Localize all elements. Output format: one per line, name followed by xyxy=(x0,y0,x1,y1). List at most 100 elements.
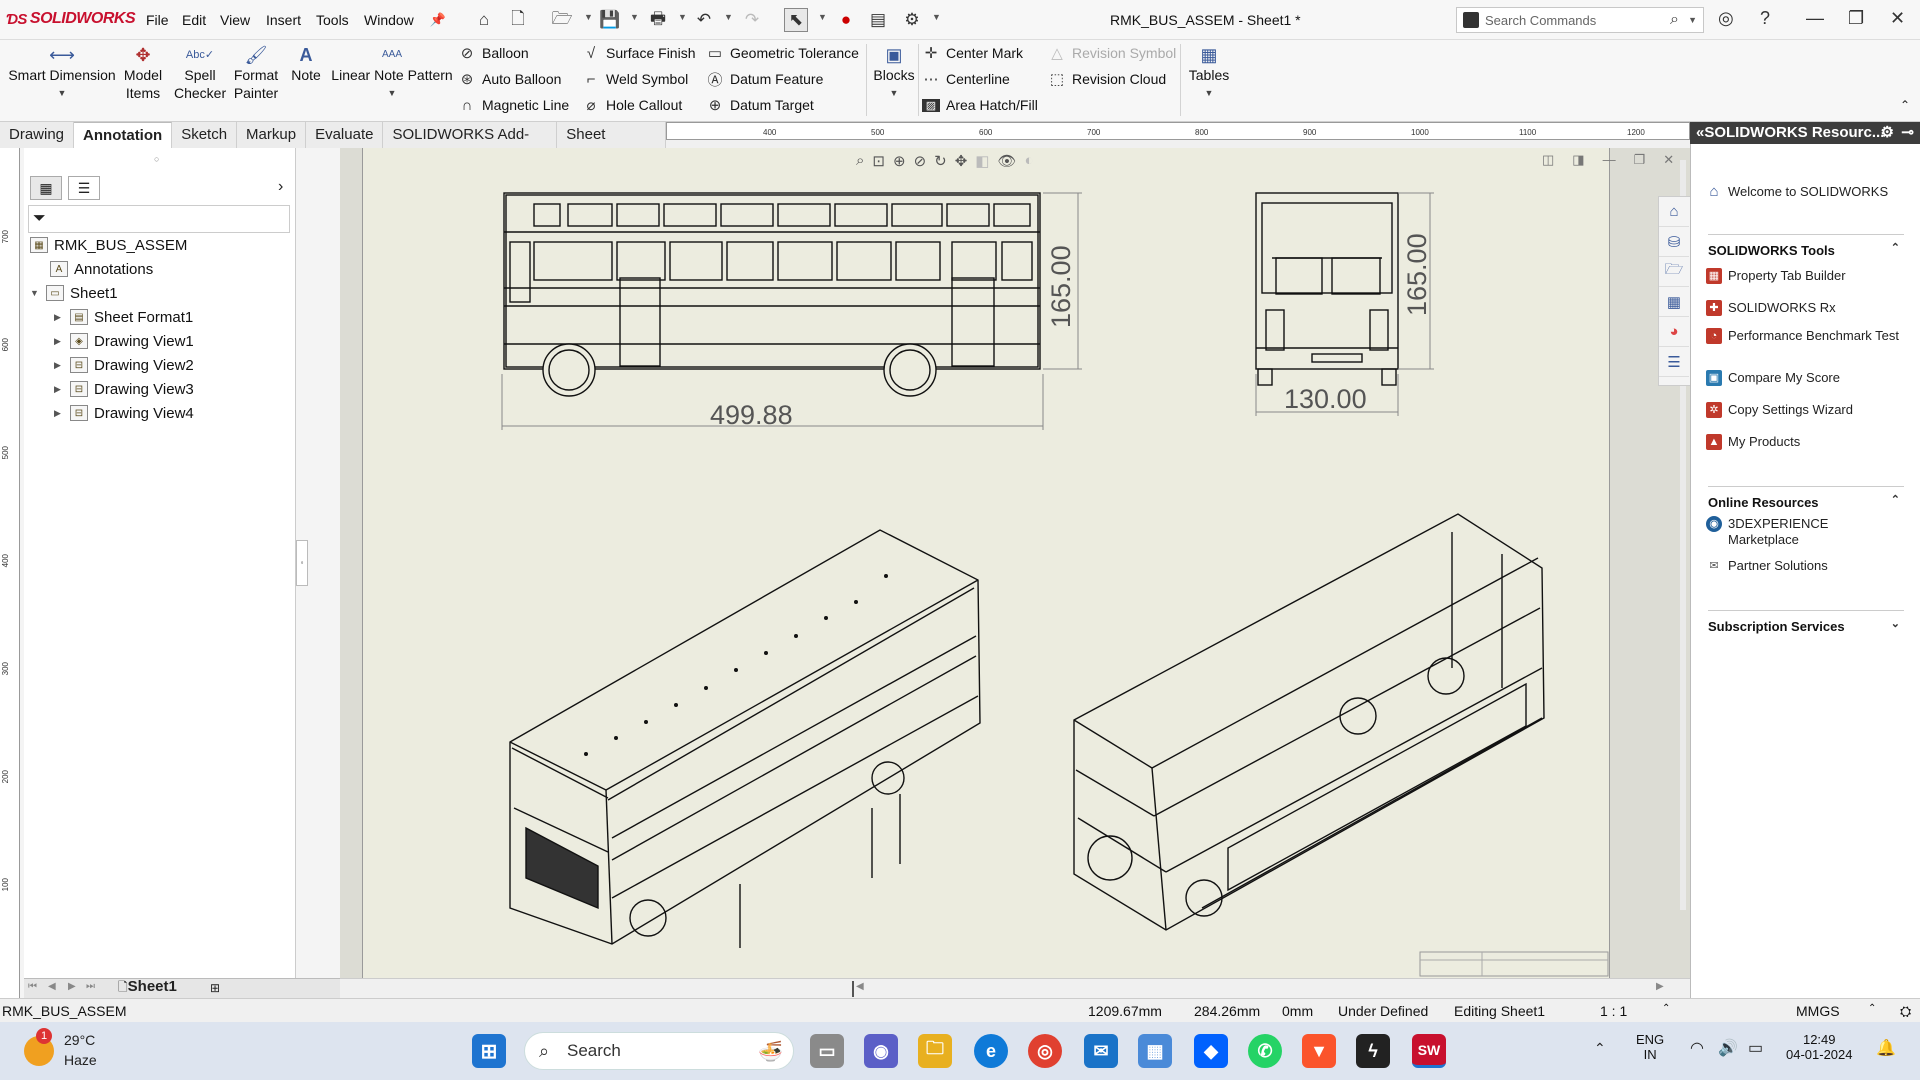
tab-sketch[interactable]: Sketch xyxy=(172,122,238,148)
3dexperience-marketplace-link[interactable]: ◉ 3DEXPERIENCE Marketplace xyxy=(1706,516,1896,548)
menu-edit[interactable]: Edit xyxy=(182,12,206,28)
area-hatch-button[interactable]: ▨ Area Hatch/Fill xyxy=(922,94,1038,116)
chevron-down-icon[interactable]: ▼ xyxy=(584,12,593,22)
collapse-arrow-icon[interactable]: ▼ xyxy=(30,288,40,298)
clock[interactable]: 12:49 04-01-2024 xyxy=(1786,1032,1853,1062)
collapse-ribbon-icon[interactable]: ⌃ xyxy=(1900,98,1910,112)
battery-icon[interactable]: ▭ xyxy=(1748,1038,1763,1058)
language-indicator[interactable]: ENG IN xyxy=(1636,1032,1664,1062)
home-icon[interactable]: ⌂ xyxy=(472,8,496,32)
compare-my-score-link[interactable]: ▣ Compare My Score xyxy=(1706,370,1840,386)
tab-design-library[interactable]: ⛁ xyxy=(1659,227,1689,257)
weather-temperature[interactable]: 29°C xyxy=(64,1032,95,1048)
undo-icon[interactable]: ↶ xyxy=(692,8,716,32)
property-manager-tab[interactable]: ☰ xyxy=(68,176,100,200)
account-icon[interactable]: ◎ xyxy=(1718,8,1734,29)
microsoft-store-icon[interactable]: ▦ xyxy=(1138,1034,1172,1068)
chevron-down-icon[interactable]: ▼ xyxy=(724,12,733,22)
search-commands-input[interactable]: Search Commands ⌕ ▼ xyxy=(1456,7,1704,33)
panel-splitter-handle[interactable]: ◦ xyxy=(296,540,308,586)
tab-resources[interactable]: ⌂ xyxy=(1659,197,1689,227)
chevron-down-icon[interactable]: ▼ xyxy=(1688,15,1697,25)
chevron-up-icon[interactable]: ⌃ xyxy=(1891,241,1900,254)
tables-button[interactable]: ▦ Tables ▼ xyxy=(1186,44,1232,102)
menu-insert[interactable]: Insert xyxy=(266,12,301,28)
balloon-button[interactable]: ⊘ Balloon xyxy=(458,42,529,64)
linear-note-pattern-button[interactable]: AAA Linear Note Pattern ▼ xyxy=(330,44,454,102)
chrome-browser-icon[interactable]: ◎ xyxy=(1028,1034,1062,1068)
menu-window[interactable]: Window xyxy=(364,12,414,28)
redo-icon[interactable]: ↷ xyxy=(740,8,764,32)
traffic-light-icon[interactable]: ● xyxy=(834,8,858,32)
chevron-up-icon[interactable]: ⌃ xyxy=(1594,1040,1606,1057)
search-icon[interactable]: ⌕ xyxy=(1670,11,1679,29)
hole-callout-button[interactable]: ⌀ Hole Callout xyxy=(582,94,682,116)
tree-item-drawing-view4[interactable]: ▶ ⊟ Drawing View4 xyxy=(54,402,194,424)
tab-appearances[interactable]: ◕ xyxy=(1659,317,1689,347)
whatsapp-icon[interactable]: ✆ xyxy=(1248,1034,1282,1068)
solidworks-tools-section[interactable]: SOLIDWORKS Tools ⌃ xyxy=(1708,234,1904,258)
restore-icon[interactable]: ❐ xyxy=(1634,152,1646,168)
auto-balloon-button[interactable]: ⊛ Auto Balloon xyxy=(458,68,562,90)
sheet-nav-next-icon[interactable]: ▶ xyxy=(68,981,76,992)
feature-manager-tab[interactable]: ▦ xyxy=(30,176,62,200)
add-sheet-icon[interactable]: ⊞ xyxy=(210,981,220,995)
save-icon[interactable]: 💾 xyxy=(598,8,622,32)
smart-dimension-button[interactable]: ⟷ Smart Dimension ▼ xyxy=(6,44,118,102)
scroll-splitter[interactable] xyxy=(852,981,854,997)
welcome-link[interactable]: ⌂ Welcome to SOLIDWORKS xyxy=(1706,184,1888,200)
tab-sheet-format[interactable]: Sheet Format xyxy=(557,122,666,169)
magnetic-line-button[interactable]: ∩ Magnetic Line xyxy=(458,94,570,116)
chevron-right-icon[interactable]: › xyxy=(278,178,283,196)
tab-addins[interactable]: SOLIDWORKS Add-Ins xyxy=(383,122,558,169)
sheet-nav-first-icon[interactable]: ⏮ xyxy=(28,981,37,992)
app-lightning-icon[interactable]: ϟ xyxy=(1356,1034,1390,1068)
chevron-down-icon[interactable]: ▼ xyxy=(58,84,67,102)
print-icon[interactable]: 🖶 xyxy=(646,8,670,32)
sheet-tab-sheet1[interactable]: 🗋Sheet1 xyxy=(118,978,177,999)
tree-item-sheet1[interactable]: ▼ ▭ Sheet1 xyxy=(30,282,118,304)
expand-arrow-icon[interactable]: ▶ xyxy=(54,408,64,419)
chevron-down-icon[interactable]: ⌄ xyxy=(1891,617,1900,630)
chevron-down-icon[interactable]: ▼ xyxy=(890,84,899,102)
solidworks-logo[interactable]: ƊS SOLIDWORKS xyxy=(6,10,136,28)
drawing-view2-front[interactable] xyxy=(1255,192,1399,386)
subscription-services-section[interactable]: Subscription Services ⌄ xyxy=(1708,610,1904,634)
mail-icon[interactable]: ✉ xyxy=(1084,1034,1118,1068)
revision-symbol-button[interactable]: △ Revision Symbol xyxy=(1048,42,1176,64)
performance-benchmark-link[interactable]: ◔ Performance Benchmark Test xyxy=(1706,328,1906,344)
status-sheet-scale[interactable]: 1 : 1 xyxy=(1600,1003,1627,1019)
tree-root[interactable]: ▦ RMK_BUS_ASSEM xyxy=(30,234,187,256)
pin-icon[interactable]: 📌 xyxy=(426,8,450,32)
centerline-button[interactable]: ⋯ Centerline xyxy=(922,68,1010,90)
expand-arrow-icon[interactable]: ▶ xyxy=(54,312,64,323)
tab-markup[interactable]: Markup xyxy=(237,122,307,148)
dropbox-icon[interactable]: ◆ xyxy=(1194,1034,1228,1068)
menu-file[interactable]: File xyxy=(146,12,169,28)
model-items-button[interactable]: ✥ Model Items xyxy=(120,44,166,102)
menu-tools[interactable]: Tools xyxy=(316,12,349,28)
chevron-down-icon[interactable]: ▼ xyxy=(1205,84,1214,102)
new-document-icon[interactable]: 🗋 xyxy=(506,8,530,32)
sheet-nav-last-icon[interactable]: ⏭ xyxy=(86,981,95,992)
chevron-down-icon[interactable]: ▼ xyxy=(630,12,639,22)
tab-evaluate[interactable]: Evaluate xyxy=(306,122,384,148)
dimension-length[interactable]: 499.88 xyxy=(710,400,793,431)
brave-browser-icon[interactable]: ▼ xyxy=(1302,1034,1336,1068)
chevron-down-icon[interactable]: ▼ xyxy=(818,12,827,22)
note-button[interactable]: A Note xyxy=(288,44,324,84)
file-explorer-icon[interactable]: 🗀 xyxy=(918,1034,952,1068)
task-view-icon[interactable]: ▭ xyxy=(810,1034,844,1068)
property-tab-builder-link[interactable]: ▦ Property Tab Builder xyxy=(1706,268,1846,284)
datum-feature-button[interactable]: Ⓐ Datum Feature xyxy=(706,68,823,90)
copy-settings-wizard-link[interactable]: ✲ Copy Settings Wizard xyxy=(1706,402,1853,418)
chevron-down-icon[interactable]: ▼ xyxy=(388,84,397,102)
taskbar-search[interactable]: ⌕ Search 🍜 xyxy=(524,1032,794,1070)
geometric-tolerance-button[interactable]: ▭ Geometric Tolerance xyxy=(706,42,859,64)
menu-view[interactable]: View xyxy=(220,12,250,28)
center-mark-button[interactable]: ✛ Center Mark xyxy=(922,42,1023,64)
tab-file-explorer[interactable]: 🗁 xyxy=(1659,257,1689,287)
scroll-left-icon[interactable]: ◀ xyxy=(856,981,864,992)
expand-arrow-icon[interactable]: ▶ xyxy=(54,384,64,395)
tab-annotation[interactable]: Annotation xyxy=(74,122,173,148)
